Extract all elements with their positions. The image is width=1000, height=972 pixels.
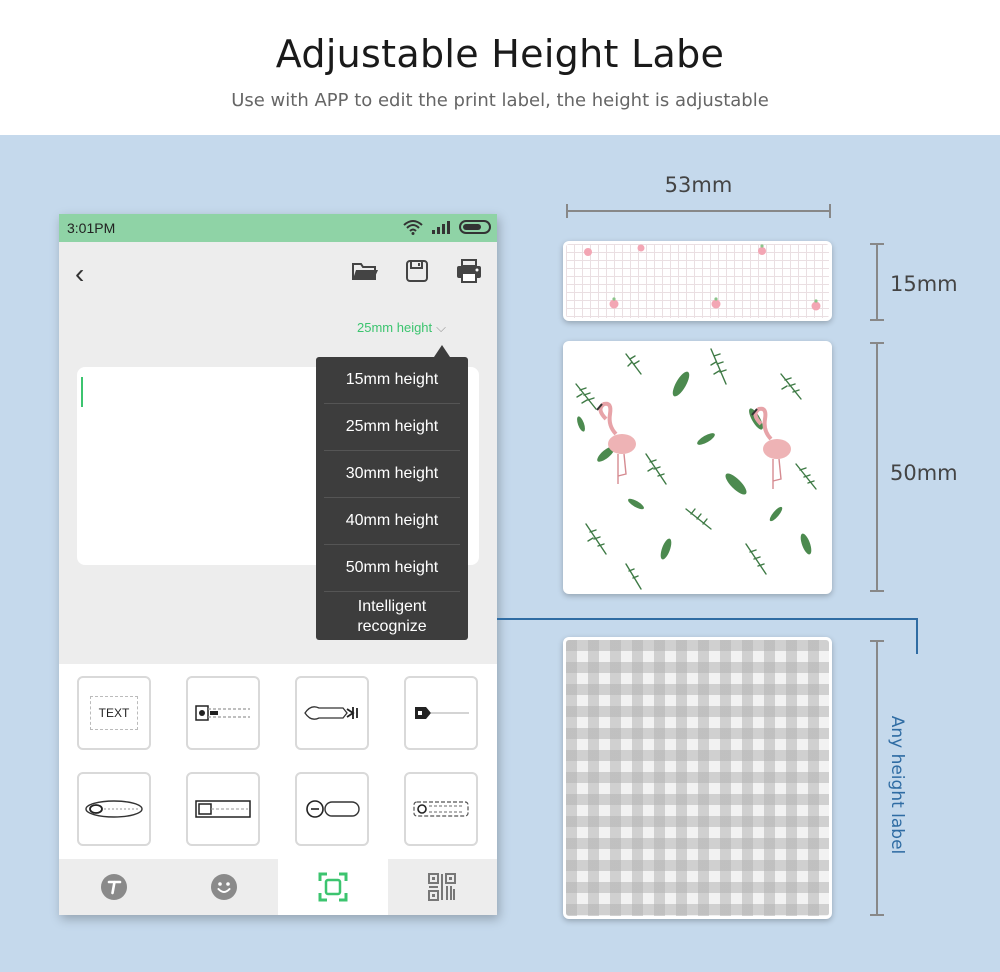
template-2[interactable] [186,676,260,750]
template-grid: TEXT [59,664,497,859]
dropdown-item-25mm[interactable]: 25mm height [324,404,460,451]
dropdown-item-40mm[interactable]: 40mm height [324,498,460,545]
signal-icon [432,221,450,234]
width-label: 53mm [664,173,733,197]
bottom-nav [59,859,497,915]
frame-icon [318,872,348,902]
flamingo-right [751,406,791,489]
toolbar [351,258,483,284]
template-6[interactable] [186,772,260,846]
phone-screen: 3:01PM ‹ 25mm height ⌵ 15mm height 25mm … [59,214,497,915]
text-cursor [81,377,83,407]
height-dimension-any [870,640,884,916]
text-icon [101,874,127,900]
header: Adjustable Height Labe Use with APP to e… [0,0,1000,135]
template-shape-icon [85,800,143,818]
width-dimension-line [566,204,831,218]
height-selector-label: 25mm height [357,320,433,335]
flamingo-leaf-pattern [575,348,817,590]
nav-emoji[interactable] [169,859,279,915]
template-5[interactable] [77,772,151,846]
template-shape-icon [306,800,360,818]
template-shape-icon [195,800,251,818]
status-time: 3:01PM [67,220,116,236]
template-4[interactable] [404,676,478,750]
wifi-icon [403,220,423,235]
template-3[interactable] [295,676,369,750]
flamingo-left [596,401,636,484]
label-sample-any [563,637,832,919]
qrcode-icon [428,873,456,901]
chevron-down-icon: ⌵ [436,320,447,335]
page-subtitle: Use with APP to edit the print label, th… [231,90,769,111]
label-sample-15mm [563,241,832,321]
dropdown-item-15mm[interactable]: 15mm height [324,357,460,404]
template-8[interactable] [404,772,478,846]
emoji-icon [211,874,237,900]
any-height-label: Any height label [887,715,907,855]
template-shape-icon [413,801,469,817]
height-label-50mm: 50mm [890,461,958,485]
dropdown-item-50mm[interactable]: 50mm height [324,545,460,592]
nav-qrcode[interactable] [387,859,497,915]
print-icon[interactable] [455,258,483,284]
template-shape-icon [415,707,469,719]
back-button[interactable]: ‹ [75,258,84,290]
height-selector[interactable]: 25mm height ⌵ [357,320,446,336]
dropdown-item-intelligent[interactable]: Intelligent recognize [324,592,460,642]
nav-frame[interactable] [278,859,388,915]
label-sample-50mm [563,341,832,594]
height-dropdown: 15mm height 25mm height 30mm height 40mm… [316,345,468,642]
template-shape-icon [195,705,250,721]
template-text[interactable]: TEXT [77,676,151,750]
folder-icon[interactable] [351,260,379,282]
template-7[interactable] [295,772,369,846]
nav-text[interactable] [59,859,169,915]
template-text-label: TEXT [89,696,139,730]
height-label-15mm: 15mm [890,272,958,296]
strawberry-pattern [584,244,821,311]
height-dimension-15mm [870,243,884,321]
save-icon[interactable] [405,259,429,283]
status-bar: 3:01PM [59,214,497,242]
template-shape-icon [304,706,358,720]
connector-line [497,618,917,620]
height-dimension-50mm [870,342,884,592]
connector-line-vertical [916,618,918,654]
dropdown-item-30mm[interactable]: 30mm height [324,451,460,498]
page-title: Adjustable Height Labe [275,32,725,76]
status-icons [403,219,491,235]
battery-icon [459,220,491,234]
